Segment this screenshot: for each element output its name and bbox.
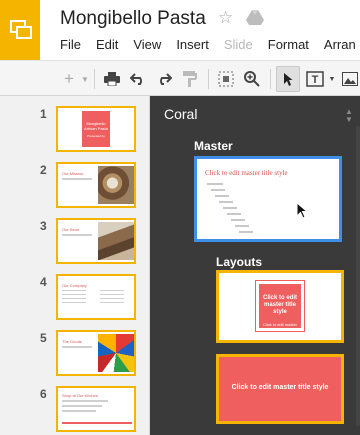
- master-level-line: [227, 213, 241, 215]
- select-all-icon[interactable]: [216, 66, 236, 92]
- theme-name[interactable]: Coral: [164, 106, 197, 122]
- undo-icon[interactable]: [128, 66, 148, 92]
- svg-text:T: T: [312, 74, 319, 86]
- slide-thumbnail[interactable]: The Goods: [56, 330, 136, 376]
- toolbar-divider: [270, 69, 271, 89]
- thumb-title: Shop at Our Kitchen: [62, 393, 99, 398]
- slide-thumbnail[interactable]: Our Company: [56, 274, 136, 320]
- menu-format[interactable]: Format: [268, 37, 309, 55]
- master-level-line: [239, 231, 253, 233]
- redo-icon[interactable]: [154, 66, 174, 92]
- slide-number: 2: [40, 163, 47, 177]
- slides-logo[interactable]: [0, 0, 40, 60]
- thumb-text-line: [62, 410, 96, 412]
- slide-number: 3: [40, 219, 47, 233]
- slide-number: 1: [40, 107, 47, 121]
- star-outline-icon[interactable]: ☆: [218, 8, 233, 28]
- thumb-text-column: [62, 290, 86, 304]
- new-slide-plus-icon[interactable]: +: [60, 66, 78, 92]
- master-level-line: [223, 207, 237, 209]
- thumb-subtitle: Presented by: [87, 134, 105, 138]
- thumb-text-line: [62, 178, 92, 180]
- layouts-label: Layouts: [216, 255, 263, 269]
- master-level-line: [207, 183, 223, 185]
- header: Mongibello Pasta ☆ File Edit View Insert…: [0, 0, 360, 60]
- thumb-photo: [98, 166, 134, 204]
- master-label: Master: [194, 139, 233, 153]
- dropdown-caret-icon[interactable]: ▼: [80, 66, 90, 92]
- menu-slide[interactable]: Slide: [224, 37, 253, 55]
- toolbar-divider: [208, 69, 209, 89]
- thumb-title: Our Store: [62, 227, 80, 232]
- filmstrip-slide-1[interactable]: 1 Mongibello Artisan Pasta Presented by: [0, 101, 150, 152]
- theme-select-arrows-icon[interactable]: ▲ ▼: [344, 108, 354, 124]
- document-title[interactable]: Mongibello Pasta: [60, 8, 206, 30]
- toolbar: + ▼ T ▼: [0, 60, 360, 96]
- print-icon[interactable]: [102, 66, 122, 92]
- thumb-text-line: [62, 346, 92, 348]
- slide-thumbnail[interactable]: Our Store: [56, 218, 136, 264]
- layout-title: Click to edit master title style: [262, 295, 297, 315]
- slides-logo-icon: [10, 20, 32, 39]
- layout-title-box: Click to edit master title style Click t…: [255, 280, 305, 334]
- master-level-line: [231, 219, 245, 221]
- zoom-icon[interactable]: [242, 66, 262, 92]
- slide-thumbnail[interactable]: Our Mission: [56, 162, 136, 208]
- filmstrip-slide-2[interactable]: 2 Our Mission: [0, 157, 150, 208]
- master-layouts-panel: Coral ▲ ▼ Master Click to edit master tit…: [150, 96, 360, 435]
- menu-bar: File Edit View Insert Slide Format Arran: [60, 37, 360, 55]
- thumb-title: Mongibello Artisan Pasta: [84, 121, 108, 131]
- layout-section-header[interactable]: Click to edit master title style: [216, 354, 344, 424]
- thumb-text-line: [62, 234, 92, 236]
- slide-filmstrip[interactable]: 1 Mongibello Artisan Pasta Presented by …: [0, 96, 150, 435]
- master-level-line: [219, 201, 233, 203]
- slide-number: 4: [40, 275, 47, 289]
- panel-scrollbar[interactable]: [356, 126, 360, 426]
- slide-thumbnail[interactable]: Mongibello Artisan Pasta Presented by: [56, 106, 136, 152]
- thumb-text-column: [100, 290, 124, 304]
- thumb-title: Our Company: [62, 283, 87, 288]
- image-icon[interactable]: [340, 66, 360, 92]
- menu-edit[interactable]: Edit: [96, 37, 118, 55]
- slide-number: 5: [40, 331, 47, 345]
- mouse-cursor-icon: [296, 202, 308, 219]
- thumb-title: The Goods: [62, 339, 82, 344]
- slide-thumbnail[interactable]: Shop at Our Kitchen: [56, 386, 136, 432]
- menu-file[interactable]: File: [60, 37, 81, 55]
- dropdown-caret-icon[interactable]: ▼: [328, 66, 336, 92]
- layout-title: Click to edit master title style: [231, 384, 329, 391]
- drive-icon[interactable]: [246, 10, 264, 26]
- thumb-title: Our Mission: [62, 171, 84, 176]
- toolbar-divider: [94, 69, 95, 89]
- layout-subtitle: Click to edit master subtitle style: [262, 322, 297, 334]
- layout-title-slide[interactable]: Click to edit master title style Click t…: [216, 270, 344, 343]
- thumb-text-line: [62, 405, 102, 407]
- menu-view[interactable]: View: [133, 37, 161, 55]
- pointer-icon[interactable]: [276, 66, 300, 92]
- paint-format-icon[interactable]: [180, 66, 200, 92]
- filmstrip-slide-4[interactable]: 4 Our Company: [0, 269, 150, 320]
- filmstrip-slide-5[interactable]: 5 The Goods: [0, 325, 150, 376]
- master-slide-thumbnail[interactable]: Click to edit master title style: [194, 156, 342, 242]
- thumb-text-line: [62, 400, 108, 402]
- master-thumb-title: Click to edit master title style: [205, 169, 288, 177]
- filmstrip-slide-6[interactable]: 6 Shop at Our Kitchen: [0, 381, 150, 432]
- thumb-accent-bar: [62, 422, 132, 424]
- thumb-photo: [98, 334, 134, 372]
- master-level-line: [215, 195, 229, 197]
- thumb-photo: [98, 222, 134, 260]
- filmstrip-slide-3[interactable]: 3 Our Store: [0, 213, 150, 264]
- master-level-line: [235, 225, 249, 227]
- menu-arrange[interactable]: Arran: [324, 37, 356, 55]
- menu-insert[interactable]: Insert: [176, 37, 209, 55]
- slide-number: 6: [40, 387, 47, 401]
- text-box-icon[interactable]: T: [304, 66, 326, 92]
- master-level-line: [211, 189, 225, 191]
- thumb-title-box: Mongibello Artisan Pasta Presented by: [82, 111, 110, 147]
